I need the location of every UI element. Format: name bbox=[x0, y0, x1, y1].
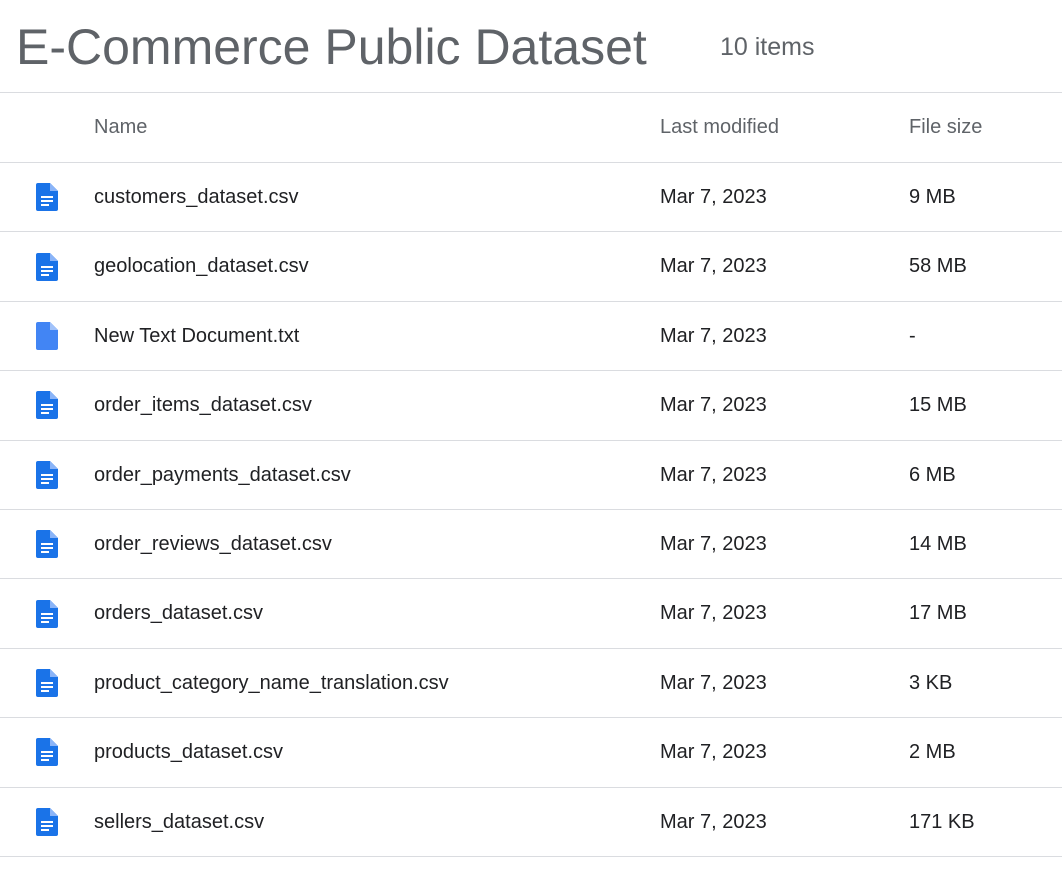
document-lines-icon bbox=[36, 530, 58, 559]
file-row[interactable]: order_reviews_dataset.csv Mar 7, 2023 14 M… bbox=[0, 510, 1062, 580]
file-row[interactable]: products_dataset.csv Mar 7, 2023 2 MB bbox=[0, 718, 1062, 788]
file-last-modified: Mar 7, 2023 bbox=[660, 394, 767, 417]
file-size: 2 MB bbox=[909, 741, 956, 764]
document-lines-icon bbox=[36, 807, 58, 836]
column-header-name[interactable]: Name bbox=[94, 93, 147, 161]
file-row[interactable]: order_items_dataset.csv Mar 7, 2023 15 MB bbox=[0, 371, 1062, 441]
page-header: E-Commerce Public Dataset 10 items bbox=[0, 0, 1062, 93]
file-name[interactable]: sellers_dataset.csv bbox=[94, 788, 264, 856]
page-title: E-Commerce Public Dataset bbox=[16, 19, 647, 75]
file-row[interactable]: New Text Document.txt Mar 7, 2023 - bbox=[0, 302, 1062, 372]
file-size: 15 MB bbox=[909, 394, 967, 417]
file-row[interactable]: sellers_dataset.csv Mar 7, 2023 171 KB bbox=[0, 788, 1062, 857]
file-row[interactable]: customers_dataset.csv Mar 7, 2023 9 MB bbox=[0, 163, 1062, 233]
file-name[interactable]: order_reviews_dataset.csv bbox=[94, 510, 332, 578]
file-last-modified: Mar 7, 2023 bbox=[660, 324, 767, 347]
column-header-last-modified[interactable]: Last modified bbox=[660, 93, 779, 161]
file-last-modified: Mar 7, 2023 bbox=[660, 810, 767, 833]
file-size: 171 KB bbox=[909, 810, 975, 833]
file-size: 3 KB bbox=[909, 671, 953, 694]
file-size: 14 MB bbox=[909, 532, 967, 555]
file-name[interactable]: order_items_dataset.csv bbox=[94, 371, 312, 439]
file-name[interactable]: order_payments_dataset.csv bbox=[94, 441, 351, 509]
document-lines-icon bbox=[36, 183, 58, 212]
file-last-modified: Mar 7, 2023 bbox=[660, 741, 767, 764]
document-lines-icon bbox=[36, 738, 58, 767]
file-size: 17 MB bbox=[909, 602, 967, 625]
file-size: 6 MB bbox=[909, 463, 956, 486]
blank-document-icon bbox=[36, 321, 58, 350]
document-lines-icon bbox=[36, 599, 58, 628]
file-row[interactable]: product_category_name_translation.csv Mar… bbox=[0, 649, 1062, 719]
file-last-modified: Mar 7, 2023 bbox=[660, 463, 767, 486]
file-row[interactable]: orders_dataset.csv Mar 7, 2023 17 MB bbox=[0, 579, 1062, 649]
file-last-modified: Mar 7, 2023 bbox=[660, 532, 767, 555]
file-name[interactable]: New Text Document.txt bbox=[94, 302, 299, 370]
file-size: 9 MB bbox=[909, 186, 956, 208]
file-size: 58 MB bbox=[909, 255, 967, 278]
file-name[interactable]: orders_dataset.csv bbox=[94, 579, 263, 647]
document-lines-icon bbox=[36, 391, 58, 420]
item-count: 10 items bbox=[720, 33, 815, 61]
file-last-modified: Mar 7, 2023 bbox=[660, 186, 767, 208]
file-last-modified: Mar 7, 2023 bbox=[660, 255, 767, 278]
document-lines-icon bbox=[36, 668, 58, 697]
document-lines-icon bbox=[36, 460, 58, 489]
document-lines-icon bbox=[36, 252, 58, 281]
file-row[interactable]: geolocation_dataset.csv Mar 7, 2023 58 MB bbox=[0, 232, 1062, 302]
file-name[interactable]: products_dataset.csv bbox=[94, 718, 283, 786]
file-last-modified: Mar 7, 2023 bbox=[660, 602, 767, 625]
file-name[interactable]: product_category_name_translation.csv bbox=[94, 649, 449, 717]
file-name[interactable]: geolocation_dataset.csv bbox=[94, 232, 309, 300]
file-list: customers_dataset.csv Mar 7, 2023 9 MB geol… bbox=[0, 163, 1062, 857]
column-header-row: Name Last modified File size bbox=[0, 93, 1062, 163]
column-header-file-size[interactable]: File size bbox=[909, 93, 982, 161]
file-row[interactable]: order_payments_dataset.csv Mar 7, 2023 6 M… bbox=[0, 441, 1062, 510]
file-name[interactable]: customers_dataset.csv bbox=[94, 163, 299, 231]
file-last-modified: Mar 7, 2023 bbox=[660, 671, 767, 694]
file-size: - bbox=[909, 324, 916, 347]
